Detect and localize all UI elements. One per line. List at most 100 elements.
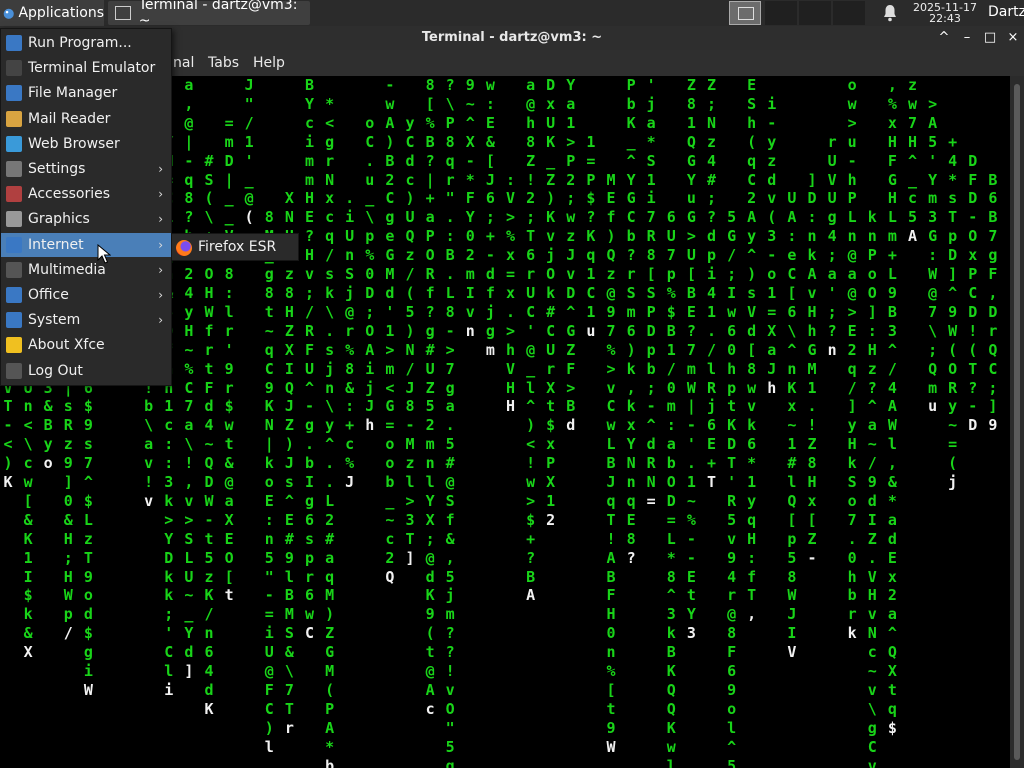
matrix-column: k n P o O ] : H z ? ^ a ~ / 9 d I Z . V … — [867, 208, 877, 768]
matrix-column: w : E & [ J 6 ; + - d f j g m — [485, 76, 495, 359]
menu-item-about-xfce[interactable]: About Xfce — [1, 333, 171, 357]
matrix-column: z w 7 H ^ _ c 5 A — [907, 76, 918, 246]
office-icon — [6, 287, 22, 303]
matrix-column: J " / 1 ' _ @ ( — [244, 76, 254, 227]
menu-item-multimedia[interactable]: Multimedia › — [1, 258, 171, 282]
matrix-column: o C . u _ \ p % 0 D ; O A i j J h — [365, 113, 375, 435]
menu-item-label: Terminal Emulator — [28, 60, 156, 77]
matrix-column: D x U K _ Z ) K v j O k # C U r X t $ x … — [546, 76, 556, 529]
menu-help[interactable]: Help — [253, 55, 285, 71]
matrix-column: 8 M _ g 8 t ~ q C 9 K N | k o E : n 5 " … — [264, 208, 274, 756]
window-shade-button[interactable]: ^ — [933, 26, 955, 50]
workspace-2[interactable] — [765, 1, 797, 25]
matrix-column: U A : e C [ 6 \ ^ n K x ~ 1 # l Q [ p 5 … — [787, 189, 797, 662]
matrix-column: 1 = P $ ? K q 1 C 1 u — [586, 132, 596, 340]
window-close-button[interactable]: × — [1002, 26, 1024, 50]
menu-item-office[interactable]: Office › — [1, 283, 171, 307]
menu-item-label: Multimedia — [28, 261, 106, 278]
menu-item-label: Graphics — [28, 211, 90, 228]
firefox-icon — [176, 240, 192, 256]
accessories-icon — [6, 186, 22, 203]
matrix-column: y C d c ) U Q z / ( 5 ) N / J 8 - M z l … — [405, 113, 415, 567]
menu-item-system[interactable]: System › — [1, 308, 171, 332]
matrix-column: ] D : n k A v H h G M 1 . ! Z 8 H x [ Z … — [807, 170, 817, 567]
matrix-column: = m D | _ _ V R 8 : l r ' 9 r $ w t & @ … — [224, 113, 234, 605]
submenu-item-firefox-esr[interactable]: Firefox ESR — [198, 239, 276, 255]
submenu-arrow-icon: › — [158, 262, 163, 277]
taskbar-terminal-label: Terminal - dartz@vm3: ~ — [138, 0, 298, 29]
window-maximize-button[interactable]: □ — [979, 26, 1001, 50]
graphics-icon — [6, 211, 22, 228]
menu-item-label: Settings — [28, 161, 86, 177]
applications-menu-button[interactable]: Applications — [0, 0, 104, 26]
clock[interactable]: 2025-11-17 22:43 — [906, 0, 984, 26]
workspace-3[interactable] — [799, 1, 831, 25]
menu-tabs[interactable]: Tabs — [208, 55, 239, 71]
internet-icon — [6, 236, 22, 253]
menu-item-internet[interactable]: Internet › — [1, 232, 171, 257]
terminal-scrollbar[interactable] — [1010, 76, 1024, 768]
mouse-pointer-icon — [97, 244, 111, 264]
matrix-column: + 4 * s T p D ] ^ 9 W ( O R y ~ = ( j — [948, 132, 958, 492]
menu-item-mail-reader[interactable]: Mail Reader — [1, 107, 171, 131]
menu-item-log-out[interactable]: Log Out — [1, 359, 171, 383]
matrix-column: X N H 1 z 8 H Z X I Q J Z ) J s ^ E # 9 … — [284, 189, 294, 737]
scrollbar-thumb[interactable] — [1014, 84, 1020, 760]
mail-icon — [6, 110, 22, 127]
workspace-1[interactable] — [729, 1, 761, 25]
terminal-icon — [115, 6, 131, 20]
workspace-4[interactable] — [833, 1, 865, 25]
top-panel: Applications Terminal - dartz@vm3: ~ 202… — [0, 0, 1024, 29]
submenu-arrow-icon: › — [158, 237, 163, 252]
matrix-column: * < g r N x c q / s k \ . s j n \ y ^ . … — [325, 94, 335, 768]
submenu-arrow-icon: › — [158, 187, 163, 202]
submenu-arrow-icon: › — [158, 162, 163, 176]
matrix-column: r U V U g 4 ; a ' ; ? n — [827, 132, 837, 359]
window-minimize-button[interactable]: – — [956, 26, 978, 50]
menu-item-web-browser[interactable]: Web Browser — [1, 132, 171, 156]
xfce-mouse-icon — [3, 8, 14, 19]
matrix-column: ' j a * S 1 i 7 R 8 [ S P D p b ; - ^ d … — [646, 76, 656, 510]
menu-item-run-program[interactable]: Run Program... — [1, 31, 171, 55]
menu-item-label: Web Browser — [28, 135, 120, 152]
menu-item-terminal-emulator[interactable]: Terminal Emulator — [1, 56, 171, 80]
globe-icon — [6, 135, 22, 152]
matrix-column: E S h ( q C 2 A y ^ ) s V d [ 8 w v k 6 … — [747, 76, 757, 624]
matrix-column: # S ( \ + U O H W f r t F d 4 ~ Q D W - … — [204, 151, 214, 718]
menu-item-file-manager[interactable]: File Manager — [1, 81, 171, 105]
matrix-column: - w A ) B 2 C g e G M d ' 1 > m < G = o … — [385, 76, 395, 586]
matrix-column: a , @ | - q 8 ? b - 2 4 y H ~ % C 7 a \ … — [184, 76, 194, 681]
menu-item-label: Mail Reader — [28, 110, 111, 127]
internet-submenu: Firefox ESR — [171, 233, 299, 261]
matrix-column: o w > u - h P L n @ a @ > E 2 q / ] y H … — [847, 76, 857, 643]
menu-item-label: File Manager — [28, 85, 118, 102]
taskbar-terminal-button[interactable]: Terminal - dartz@vm3: ~ — [108, 0, 310, 29]
run-program-icon — [6, 35, 22, 51]
menu-item-label: Office — [28, 287, 69, 303]
matrix-column: 9 ~ ^ X - * F Y 0 2 m I v n — [465, 76, 475, 340]
matrix-column: B Y c i m m H E ? H v ; / R F U ^ - g . … — [304, 76, 315, 643]
matrix-column: i - y z d v ( 3 - o 1 = X a J h — [767, 94, 777, 397]
menu-item-accessories[interactable]: Accessories › — [1, 182, 171, 206]
matrix-column: P b K _ ^ Y G C b ? r S m 6 ) k , k x Y … — [626, 76, 636, 567]
logout-icon — [6, 362, 22, 379]
menu-item-label: Run Program... — [28, 35, 132, 51]
matrix-column: Z 8 1 Q G Y u G > U [ B E ? 7 m W | - ' … — [686, 76, 696, 643]
user-menu[interactable]: Dartz — [988, 4, 1024, 20]
menu-item-label: Internet — [28, 236, 84, 253]
notification-bell-icon[interactable] — [882, 4, 898, 22]
system-icon — [6, 312, 22, 329]
matrix-column: 8 [ % B ? | + a P O R f ? g # U Z 5 2 m … — [425, 76, 435, 718]
matrix-column: > A 5 ' Y m 3 G : W @ 7 \ ; Q m u — [928, 94, 938, 416]
matrix-column: . i U n S j @ r % 8 & : + c % J — [345, 189, 355, 492]
submenu-arrow-icon: › — [158, 313, 163, 328]
menu-item-settings[interactable]: Settings › — [1, 157, 171, 181]
matrix-column: 6 U 7 p % $ B 1 / 0 m : a b O D = L * 8 … — [666, 208, 676, 768]
applications-menu: Run Program... Terminal Emulator File Mana… — [0, 28, 172, 386]
matrix-column: Z ; N z 4 # ; ? d p i 4 1 . / l R j 6 E … — [706, 76, 717, 492]
folder-icon — [6, 85, 22, 102]
terminal-icon — [738, 7, 754, 20]
submenu-arrow-icon: › — [158, 212, 163, 227]
menu-item-graphics[interactable]: Graphics › — [1, 207, 171, 231]
menu-terminal[interactable]: nal — [173, 55, 194, 71]
